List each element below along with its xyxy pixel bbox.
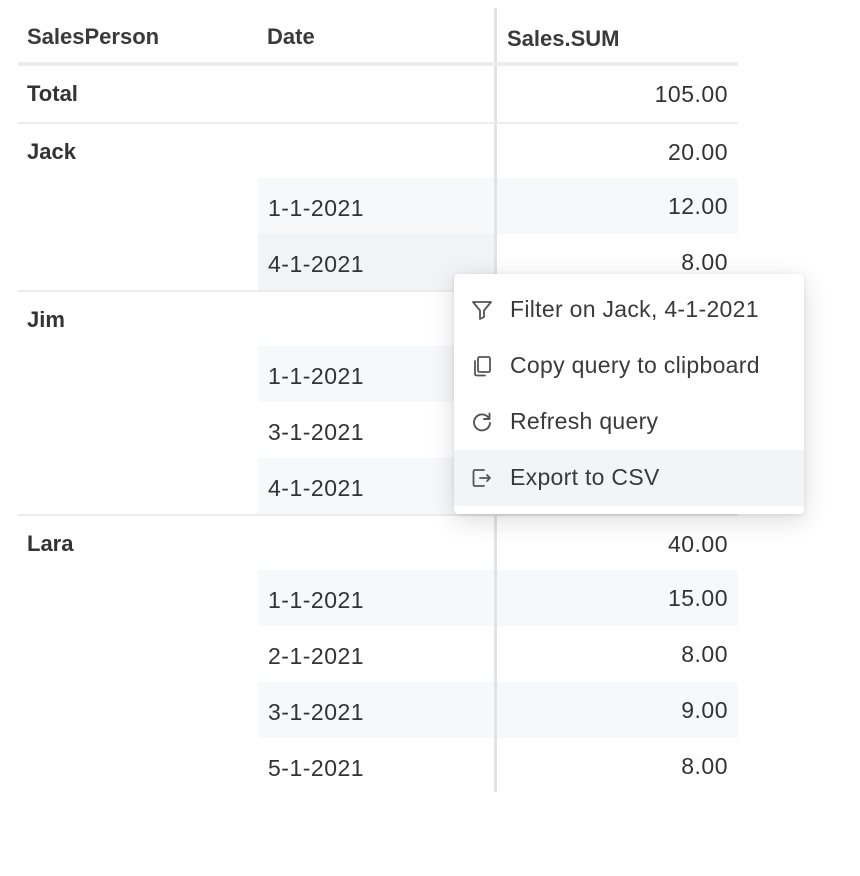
- value-cell: 8.00: [681, 753, 728, 779]
- total-label: Total: [27, 81, 78, 106]
- total-value: 105.00: [654, 81, 728, 107]
- header-sales-sum[interactable]: Sales.SUM: [507, 26, 620, 52]
- value-cell: 8.00: [681, 249, 728, 275]
- date-cell: 1-1-2021: [268, 363, 365, 389]
- date-cell: 4-1-2021: [268, 251, 365, 277]
- table-row[interactable]: 1-1-2021 15.00: [18, 570, 738, 626]
- value-cell: 12.00: [667, 193, 728, 219]
- date-cell: 4-1-2021: [268, 475, 365, 501]
- copy-icon: [474, 356, 491, 377]
- date-cell: 5-1-2021: [268, 755, 365, 781]
- salesperson-name: Lara: [27, 531, 74, 556]
- menu-item-label: Copy query to clipboard: [510, 352, 760, 378]
- menu-item-label: Filter on Jack, 4-1-2021: [510, 296, 759, 322]
- value-cell: 15.00: [667, 585, 728, 611]
- export-icon: [472, 469, 491, 487]
- refresh-icon: [473, 412, 491, 432]
- table-row[interactable]: 3-1-2021 9.00: [18, 682, 738, 738]
- value-cell: 8.00: [681, 641, 728, 667]
- table-row[interactable]: 5-1-2021 8.00: [18, 738, 738, 794]
- group-subtotal: 40.00: [667, 531, 728, 557]
- group-subtotal: 20.00: [667, 139, 728, 165]
- group-row-jack[interactable]: Jack 20.00: [18, 122, 738, 178]
- salesperson-name: Jim: [27, 307, 65, 332]
- menu-item-label: Refresh query: [510, 408, 659, 434]
- table-row[interactable]: 1-1-2021 12.00: [18, 178, 738, 234]
- filter-icon: [472, 301, 492, 320]
- menu-item-label: Export to CSV: [510, 464, 660, 490]
- menu-item-filter[interactable]: Filter on Jack, 4-1-2021: [454, 282, 804, 338]
- header-date[interactable]: Date: [267, 24, 315, 50]
- salesperson-name: Jack: [27, 139, 76, 164]
- pivot-view: SalesPerson Date Sales.SUM Total 105.00 …: [0, 0, 860, 876]
- date-cell: 3-1-2021: [268, 699, 365, 725]
- date-cell: 3-1-2021: [268, 419, 365, 445]
- date-cell: 1-1-2021: [268, 195, 365, 221]
- table-row[interactable]: 2-1-2021 8.00: [18, 626, 738, 682]
- menu-item-copy-query[interactable]: Copy query to clipboard: [454, 338, 804, 394]
- header-salesperson[interactable]: SalesPerson: [27, 24, 159, 50]
- header-row: SalesPerson Date Sales.SUM: [18, 8, 738, 66]
- context-menu: Filter on Jack, 4-1-2021 Copy query to c…: [454, 274, 804, 514]
- date-cell: 1-1-2021: [268, 587, 365, 613]
- group-row-lara[interactable]: Lara 40.00: [18, 514, 738, 570]
- menu-item-export-csv[interactable]: Export to CSV: [454, 450, 804, 506]
- total-row[interactable]: Total 105.00: [18, 66, 738, 122]
- value-cell: 9.00: [681, 697, 728, 723]
- menu-item-refresh-query[interactable]: Refresh query: [454, 394, 804, 450]
- date-cell: 2-1-2021: [268, 643, 365, 669]
